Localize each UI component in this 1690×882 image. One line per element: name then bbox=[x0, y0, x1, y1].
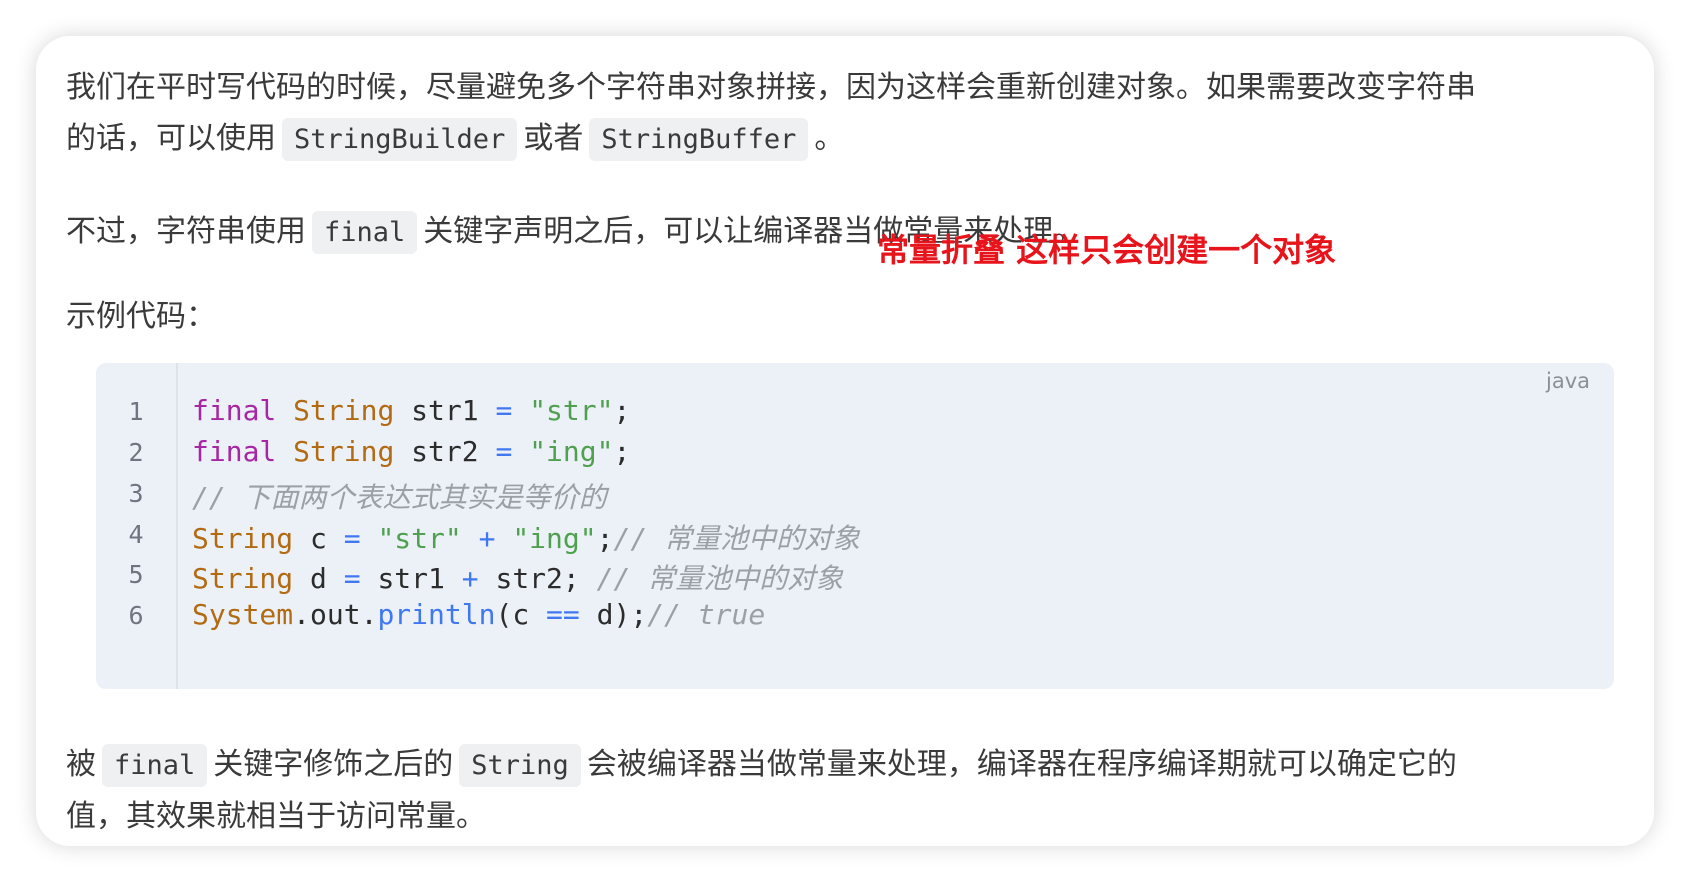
code-type: String bbox=[192, 562, 294, 595]
paragraph1-text-b: 的话，可以使用 bbox=[66, 121, 276, 156]
inline-code-stringbuffer: StringBuffer bbox=[589, 118, 809, 161]
code-type: String bbox=[293, 394, 395, 427]
code-keyword: final bbox=[192, 435, 277, 468]
code-type: String bbox=[293, 435, 395, 468]
line-number: 1 bbox=[128, 397, 144, 426]
code-operator: + bbox=[478, 522, 496, 555]
line-number: 6 bbox=[128, 601, 144, 630]
paragraph4-text-a: 被 bbox=[66, 747, 96, 782]
code-operator: == bbox=[546, 598, 580, 631]
code-identifier: str1 bbox=[360, 562, 462, 595]
code-operator: = bbox=[343, 562, 361, 595]
code-comment: // 常量池中的对象 bbox=[613, 522, 861, 555]
code-string: "ing" bbox=[512, 522, 597, 555]
code-identifier: d); bbox=[579, 598, 648, 631]
inline-code-final: final bbox=[102, 744, 208, 787]
paragraph-final-string-constant: 被 final 关键字修饰之后的 String 会被编译器当做常量来处理，编译器在程序编… bbox=[66, 739, 1626, 842]
code-operator: = bbox=[495, 435, 513, 468]
inline-code-string: String bbox=[459, 744, 581, 787]
code-line: // 下面两个表达式其实是等价的 bbox=[192, 476, 607, 516]
code-operator: + bbox=[461, 562, 479, 595]
code-identifier: str2 bbox=[394, 435, 496, 468]
line-number: 5 bbox=[128, 560, 144, 589]
paragraph4-text-b: 关键字修饰之后的 bbox=[213, 747, 454, 782]
red-annotation: 常量折叠 这样只会创建一个对象 bbox=[877, 231, 1337, 269]
line-number-gutter: 1 2 3 4 5 6 bbox=[96, 363, 178, 689]
code-line: String c = "str" + "ing";// 常量池中的对象 bbox=[192, 517, 860, 557]
code-string: "str" bbox=[529, 394, 614, 427]
line-number: 3 bbox=[128, 479, 144, 508]
paragraph-example-code-label: 示例代码： bbox=[66, 291, 1626, 342]
code-operator: = bbox=[343, 522, 361, 555]
code-line: final String str2 = "ing"; bbox=[192, 435, 630, 468]
paragraph4-text-c: 会被编译器当做常量来处理，编译器在程序编译期就可以确定它的 bbox=[586, 747, 1457, 782]
code-punctuation: ; bbox=[613, 435, 631, 468]
code-operator: = bbox=[495, 394, 513, 427]
code-type: System bbox=[192, 598, 294, 631]
code-comment: // 下面两个表达式其实是等价的 bbox=[192, 481, 607, 514]
code-identifier: str2; bbox=[478, 562, 597, 595]
code-punctuation: ; bbox=[613, 394, 631, 427]
paragraph3-text: 示例代码： bbox=[66, 299, 216, 334]
paragraph2-text-a: 不过，字符串使用 bbox=[66, 214, 306, 249]
paragraph1-text-c: 或者 bbox=[523, 121, 584, 156]
code-comment: // 常量池中的对象 bbox=[596, 562, 844, 595]
paragraph-final-keyword: 不过，字符串使用 final 关键字声明之后，可以让编译器当做常量来处理。 bbox=[66, 206, 1626, 258]
code-identifier: .out. bbox=[293, 598, 378, 631]
inline-code-final: final bbox=[312, 211, 418, 254]
code-function: println bbox=[377, 598, 496, 631]
code-string: "str" bbox=[377, 522, 462, 555]
line-number: 2 bbox=[128, 438, 144, 467]
code-punctuation: ; bbox=[596, 522, 614, 555]
language-label: java bbox=[1546, 369, 1590, 393]
paragraph4-text-d: 值，其效果就相当于访问常量。 bbox=[66, 799, 486, 834]
code-line: final String str1 = "str"; bbox=[192, 394, 630, 427]
inline-code-stringbuilder: StringBuilder bbox=[282, 118, 518, 161]
code-type: String bbox=[192, 522, 294, 555]
code-identifier: str1 bbox=[394, 394, 496, 427]
code-line: System.out.println(c == d);// true bbox=[192, 598, 765, 631]
code-identifier: d bbox=[293, 562, 344, 595]
code-line: String d = str1 + str2; // 常量池中的对象 bbox=[192, 557, 843, 597]
code-keyword: final bbox=[192, 394, 277, 427]
article-card: 我们在平时写代码的时候，尽量避免多个字符串对象拼接，因为这样会重新创建对象。如果… bbox=[36, 36, 1654, 846]
paragraph1-text-d: 。 bbox=[814, 121, 845, 156]
line-number: 4 bbox=[128, 520, 144, 549]
code-identifier: c bbox=[293, 522, 344, 555]
code-block: 1 2 3 4 5 6 java final String str1 = "st… bbox=[96, 363, 1614, 689]
code-string: "ing" bbox=[529, 435, 614, 468]
paragraph-string-concatenation: 我们在平时写代码的时候，尽量避免多个字符串对象拼接，因为这样会重新创建对象。如果… bbox=[66, 62, 1626, 165]
paragraph1-text-a: 我们在平时写代码的时候，尽量避免多个字符串对象拼接，因为这样会重新创建对象。如果… bbox=[66, 70, 1476, 105]
code-identifier: (c bbox=[495, 598, 547, 631]
code-comment: // true bbox=[647, 598, 766, 631]
